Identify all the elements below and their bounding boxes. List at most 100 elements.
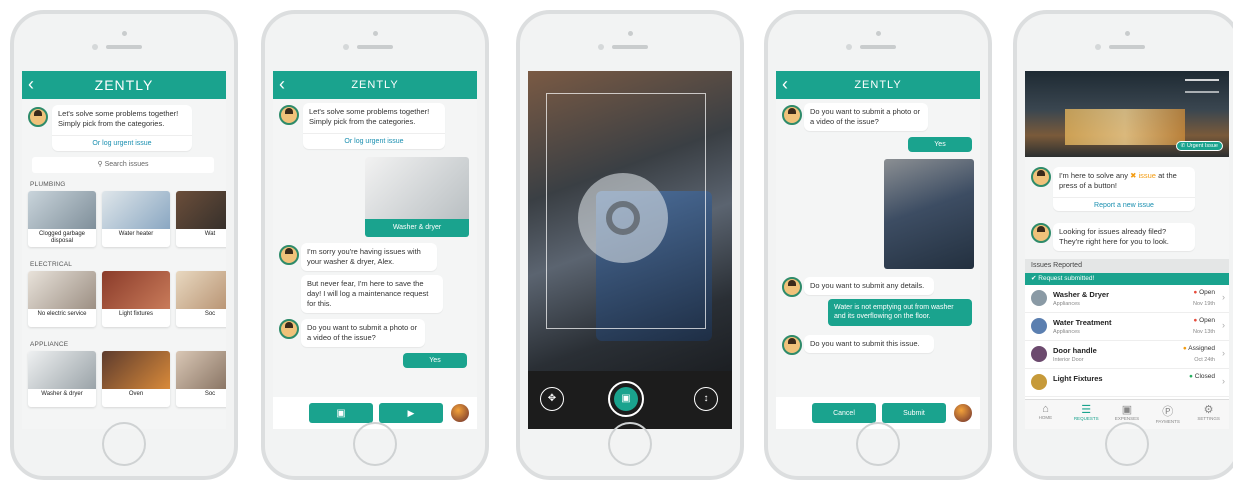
reply-text: Yes (429, 357, 441, 364)
card-image (102, 351, 170, 389)
camera-screen: ✥ ▣ ↕ (528, 71, 732, 429)
requests-icon: ☰ (1081, 404, 1092, 416)
issue-status-text: Open (1199, 317, 1215, 324)
speaker (357, 45, 393, 49)
category-card[interactable]: Clogged garbage disposal (28, 191, 96, 247)
status-dot-icon: ● (1189, 373, 1193, 380)
report-issue-link[interactable]: Report a new issue (1053, 197, 1195, 213)
category-card[interactable]: Washer & dryer (28, 351, 96, 407)
card-label: Washer & dryer (41, 391, 83, 397)
card-label: Clogged garbage disposal (38, 231, 86, 245)
issue-status-text: Closed (1194, 373, 1215, 380)
home-icon: ⌂ (1042, 403, 1049, 415)
home-button[interactable] (353, 422, 397, 466)
nav-home[interactable]: ⌂ HOME (1025, 400, 1066, 429)
chat-bubble: Looking for issues already filed? They'r… (1053, 223, 1195, 252)
card-image (28, 191, 96, 229)
assistant-avatar (782, 277, 802, 297)
category-card[interactable]: Soc (176, 271, 226, 327)
screen: ‹ ZENTLY Let's solve some problems toget… (22, 71, 226, 429)
section-title: ELECTRICAL (30, 261, 73, 268)
issues-header: Issues Reported (1025, 259, 1229, 273)
issue-row[interactable]: Water Treatment Appliances ● Open Nov 13th › (1025, 313, 1229, 341)
nav-requests[interactable]: ☰ REQUESTS (1066, 400, 1107, 429)
app-title: ZENTLY (854, 79, 902, 91)
home-button[interactable] (856, 422, 900, 466)
message-text: Do you want to submit a photo or a video… (307, 323, 418, 343)
screen: ‹ ZENTLY Do you want to submit a photo o… (776, 71, 980, 429)
category-card[interactable]: Soc (176, 351, 226, 407)
issue-category: Appliances (1053, 329, 1080, 335)
submit-label: Submit (903, 409, 925, 417)
issue-thumbnail (1031, 290, 1047, 306)
nav-settings[interactable]: ⚙ SETTINGS (1188, 400, 1229, 429)
video-icon: ▶ (407, 407, 415, 418)
home-button[interactable] (102, 422, 146, 466)
issue-row[interactable]: Light Fixtures ● Closed › (1025, 369, 1229, 397)
chat-bubble: Do you want to submit a photo or a video… (301, 319, 425, 348)
back-icon[interactable]: ‹ (782, 74, 788, 95)
message-text: I'm sorry you're having issues with your… (307, 247, 421, 267)
category-card[interactable]: Light fixtures (102, 271, 170, 327)
urgent-issue-label: Urgent Issue (1186, 143, 1218, 149)
washer-photo (365, 157, 469, 219)
assistant-avatar (782, 105, 802, 125)
camera-icon: ▣ (614, 387, 638, 411)
card-image (176, 351, 226, 389)
issue-status-text: Open (1199, 289, 1215, 296)
camera-controls: ✥ ▣ ↕ (528, 371, 732, 429)
urgent-issue-button[interactable]: ✆ Urgent Issue (1175, 141, 1223, 151)
urgent-issue-link[interactable]: Or log urgent issue (303, 133, 445, 149)
user-avatar[interactable] (451, 404, 469, 422)
section-title: PLUMBING (30, 181, 66, 188)
message-text: But never fear, I'm here to save the day… (307, 279, 429, 309)
shutter-button[interactable]: ▣ (608, 381, 644, 417)
screen: ‹ ZENTLY Let's solve some problems toget… (273, 71, 477, 429)
issue-thumbnail (1031, 318, 1047, 334)
home-button[interactable] (1105, 422, 1149, 466)
cancel-button[interactable]: Cancel (812, 403, 876, 423)
user-avatar[interactable] (954, 404, 972, 422)
focus-ring[interactable] (578, 173, 668, 263)
nav-label: SETTINGS (1197, 416, 1220, 421)
settings-icon[interactable]: ↕ (694, 387, 718, 411)
chevron-right-icon: › (1222, 292, 1225, 302)
urgent-issue-link[interactable]: Or log urgent issue (52, 135, 192, 151)
back-icon[interactable]: ‹ (279, 74, 285, 95)
switch-camera-icon[interactable]: ✥ (540, 387, 564, 411)
camera-dot (343, 44, 349, 50)
chevron-right-icon: › (1222, 376, 1225, 386)
chat-bubble: Do you want to submit any details. (804, 277, 934, 296)
speaker-dot (373, 31, 378, 36)
issue-title: Light Fixtures (1053, 374, 1103, 383)
video-button[interactable]: ▶ (379, 403, 443, 423)
issues-panel: Issues Reported ✔ Request submitted! Was… (1025, 259, 1229, 399)
issue-status-text: Assigned (1188, 345, 1215, 352)
card-label: No electric service (37, 311, 87, 317)
status-dot-icon: ● (1193, 317, 1198, 324)
category-card[interactable]: Water heater (102, 191, 170, 247)
chat-bubble: Do you want to submit this issue. (804, 335, 934, 354)
back-icon[interactable]: ‹ (28, 74, 34, 95)
address-lines (1185, 79, 1219, 93)
urgent-issue-link-label: Or log urgent issue (344, 138, 404, 145)
greeting-text: Let's solve some problems together! Simp… (58, 109, 179, 129)
phone-icon: ✆ (1180, 143, 1186, 149)
category-card[interactable]: Oven (102, 351, 170, 407)
check-icon: ✔ (1031, 275, 1037, 282)
gear-icon: ⚙ (1203, 404, 1214, 416)
photo-button[interactable]: ▣ (309, 403, 373, 423)
issue-row[interactable]: Door handle Interior Door ● Assigned Oct 24… (1025, 341, 1229, 369)
card-label: Soc (204, 311, 216, 317)
reply-bubble: Yes (403, 353, 467, 368)
category-card[interactable]: Wat (176, 191, 226, 247)
home-button[interactable] (608, 422, 652, 466)
nav-payments[interactable]: Ⓟ PAYMENTS (1147, 400, 1188, 429)
submit-button[interactable]: Submit (882, 403, 946, 423)
search-input[interactable]: ⚲ Search issues (32, 157, 214, 173)
category-card[interactable]: No electric service (28, 271, 96, 327)
chat-bubble: But never fear, I'm here to save the day… (301, 275, 443, 314)
request-submitted-banner: ✔ Request submitted! (1025, 273, 1229, 285)
issue-row[interactable]: Washer & Dryer Appliances ● Open Nov 19th › (1025, 285, 1229, 313)
camera-dot (846, 44, 852, 50)
